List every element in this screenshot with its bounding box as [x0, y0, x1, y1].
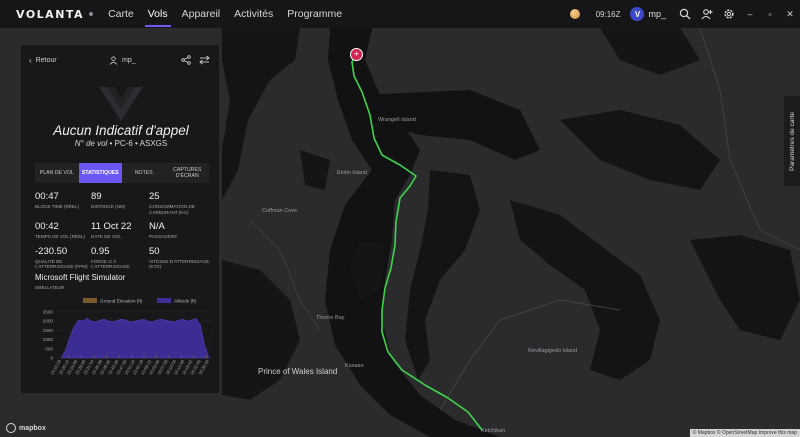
gear-icon[interactable] — [718, 0, 740, 28]
back-label: Retour — [35, 56, 57, 64]
brand-logo[interactable]: VOLANTA — [16, 8, 94, 21]
legend-label: Ground Elevation (ft) — [100, 299, 143, 304]
share-icon[interactable] — [177, 51, 195, 69]
map-label-coffman: Coffman Cove — [262, 208, 298, 214]
map-label-prince-of-wales: Prince of Wales Island — [258, 367, 338, 376]
map-label-kasaan: Kasaan — [345, 363, 364, 369]
avatar[interactable]: V — [630, 7, 645, 21]
origin-airport-marker[interactable]: ✈ — [350, 48, 363, 61]
mapbox-logo: mapbox — [6, 423, 46, 433]
series-area-1 — [60, 317, 210, 359]
stat-landing-rate: -230.50 QUALITÉ DE L'ATTERRISSAGE (FPM) — [35, 245, 88, 270]
stats-grid: 00:47 BLOCK TIME (RÉEL) 89 DISTANCE (NM) 2… — [35, 191, 215, 270]
legend-swatch — [83, 298, 97, 303]
stat-date: 11 Oct 22 DATE DE VOL — [91, 221, 132, 239]
map-settings-label: Paramètres de carte — [788, 111, 796, 171]
map-label-ketchikan: Ketchikan — [481, 428, 506, 434]
minimize-icon[interactable]: – — [740, 0, 760, 28]
main-nav: Carte Vols Appareil Activités Programme — [101, 0, 349, 28]
legend-label: Altitude (ft) — [174, 299, 197, 304]
nav-tab-appareil[interactable]: Appareil — [175, 0, 228, 28]
top-bar: VOLANTA Carte Vols Appareil Activités Pr… — [0, 0, 800, 28]
tab-flight-plan[interactable]: PLAN DE VOL — [35, 163, 79, 183]
altitude-chart[interactable]: Ground Elevation (ft) Altitude (ft) 0 500 10… — [27, 296, 217, 391]
pilot-username: mp_ — [122, 56, 136, 64]
flight-number-prefix: N° de vol — [74, 139, 108, 148]
chevron-left-icon: ‹ — [29, 55, 32, 65]
y-tick-label: 1000 — [43, 337, 54, 342]
flight-details-panel: ‹ Retour mp_ Aucun Indicatif d'appel N° … — [20, 44, 220, 394]
user-icon — [109, 55, 118, 65]
stat-passengers: N/A PASSAGERS — [149, 221, 177, 239]
search-icon[interactable] — [674, 0, 696, 28]
stat-flight-time: 00:42 TEMPS DE VOL (RÉEL) — [35, 221, 86, 239]
panel-header: ‹ Retour mp_ — [21, 45, 219, 75]
nav-tab-carte[interactable]: Carte — [101, 0, 141, 28]
weather-icon — [569, 9, 580, 19]
y-tick-label: 2000 — [43, 319, 54, 324]
close-icon[interactable]: ✕ — [780, 0, 800, 28]
map-attribution[interactable]: © Mapbox © OpenStreetMap Improve this ma… — [689, 429, 800, 437]
stat-distance: 89 DISTANCE (NM) — [91, 191, 126, 209]
tab-screenshots[interactable]: CAPTURES D'ÉCRAN — [166, 163, 210, 183]
stat-fuel: 25 CONSOMMATION DE CARBURANT (KG) — [149, 191, 195, 215]
username[interactable]: mp_ — [648, 9, 666, 19]
map-label-revillagigedo: Revillagigedo Island — [528, 348, 578, 354]
add-friend-icon[interactable] — [696, 0, 718, 28]
map-label-wrangell: Wrangell Island — [378, 117, 416, 123]
y-tick-label: 2500 — [43, 309, 54, 314]
simulator-label: SIMULATEUR — [35, 285, 65, 290]
y-tick-label: 0 — [50, 356, 53, 361]
nav-tab-programme[interactable]: Programme — [280, 0, 349, 28]
pilot-user[interactable]: mp_ — [109, 45, 136, 75]
restore-icon[interactable]: ▫ — [760, 0, 780, 28]
stat-landing-gforce: 0.95 FORCE G À L'ATTERRISSAGE — [91, 245, 130, 270]
simulator-name: Microsoft Flight Simulator — [35, 273, 126, 282]
map-label-etolin: Etolin Island — [337, 170, 367, 176]
tab-statistics[interactable]: STATISTIQUES — [78, 163, 122, 183]
callsign: Aucun Indicatif d'appel — [53, 123, 189, 138]
y-tick-label: 500 — [45, 346, 53, 351]
aircraft-registration: ASXGS — [139, 139, 168, 148]
nav-tab-activites[interactable]: Activités — [227, 0, 280, 28]
flight-info: N° de vol • PC-6 • ASXGS — [74, 139, 168, 148]
stat-landing-speed: 50 VITESSE D'ATTERRISSAGE (KTS) — [149, 245, 210, 270]
nav-tab-vols[interactable]: Vols — [141, 0, 175, 28]
y-tick-label: 1500 — [43, 328, 54, 333]
stat-block-time: 00:47 BLOCK TIME (RÉEL) — [35, 191, 80, 209]
route-compare-icon[interactable] — [195, 51, 213, 69]
map-settings-tab[interactable]: Paramètres de carte — [784, 96, 800, 186]
volanta-chevron-logo — [99, 87, 143, 121]
tab-notes[interactable]: NOTES — [122, 163, 166, 183]
panel-tabs: PLAN DE VOL STATISTIQUES NOTES CAPTURES … — [35, 163, 209, 183]
legend-swatch — [157, 298, 171, 303]
map-label-thorne: Thorne Bay — [316, 315, 345, 321]
utc-clock: 09:16Z — [595, 9, 621, 19]
aircraft-type: PC-6 — [114, 139, 133, 148]
back-button[interactable]: ‹ Retour — [29, 56, 57, 65]
